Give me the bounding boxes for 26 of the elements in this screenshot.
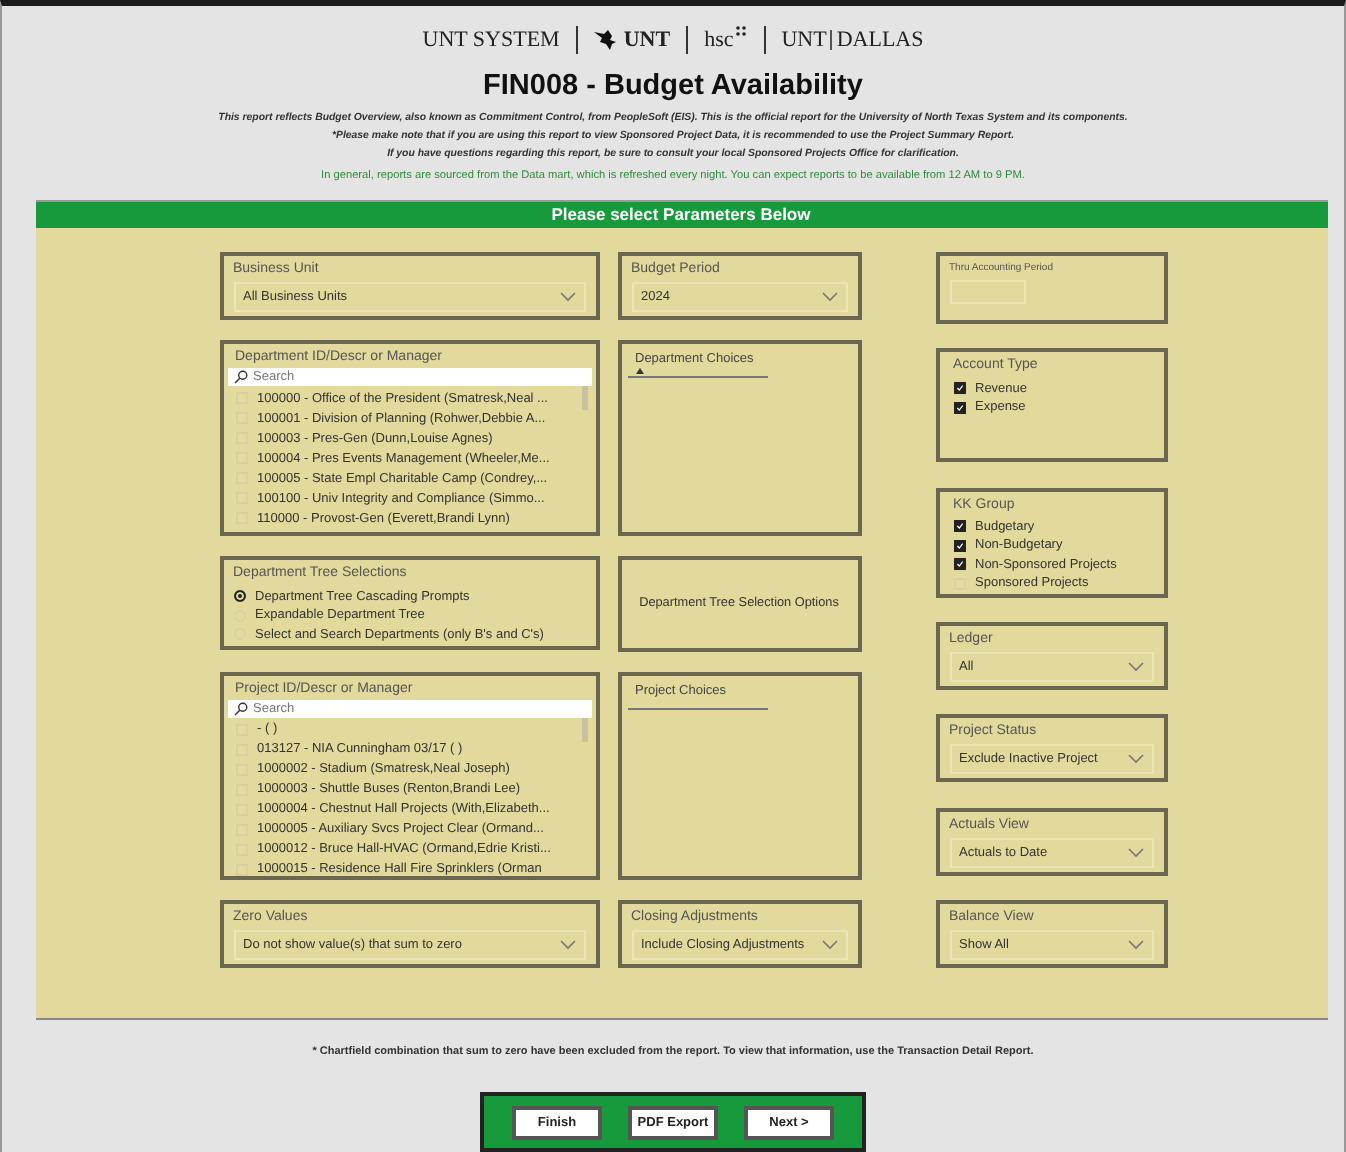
- logo-text: DALLAS: [836, 27, 924, 52]
- checkbox[interactable]: [953, 382, 965, 394]
- page-title: FIN008 - Budget Availability: [483, 69, 863, 102]
- dots-icon: [735, 26, 748, 36]
- checkbox[interactable]: [953, 401, 965, 413]
- checkbox[interactable]: [953, 558, 965, 571]
- checkbox[interactable]: [953, 520, 965, 533]
- chevron-icon: [1127, 847, 1143, 858]
- logo-text: UNT: [781, 27, 827, 52]
- logo-text: UNT: [623, 27, 671, 52]
- chevron-icon: [821, 291, 837, 302]
- caret-icon: [635, 367, 643, 374]
- chevron-icon: [1127, 939, 1143, 950]
- chevron-icon: [559, 939, 575, 950]
- checkbox[interactable]: [953, 539, 965, 552]
- search-icon: [233, 370, 247, 385]
- radio-button[interactable]: [233, 590, 245, 603]
- search-icon: [233, 701, 247, 716]
- panel-header: Please select Parameters Below: [35, 201, 1327, 228]
- chevron-icon: [1127, 754, 1143, 765]
- chevron-icon: [821, 939, 837, 950]
- chevron-icon: [559, 291, 575, 302]
- input-field[interactable]: [949, 279, 1025, 304]
- logo-text: UNT SYSTEM: [422, 27, 560, 52]
- logo-text: hsc: [704, 27, 734, 52]
- chevron-icon: [1127, 661, 1143, 672]
